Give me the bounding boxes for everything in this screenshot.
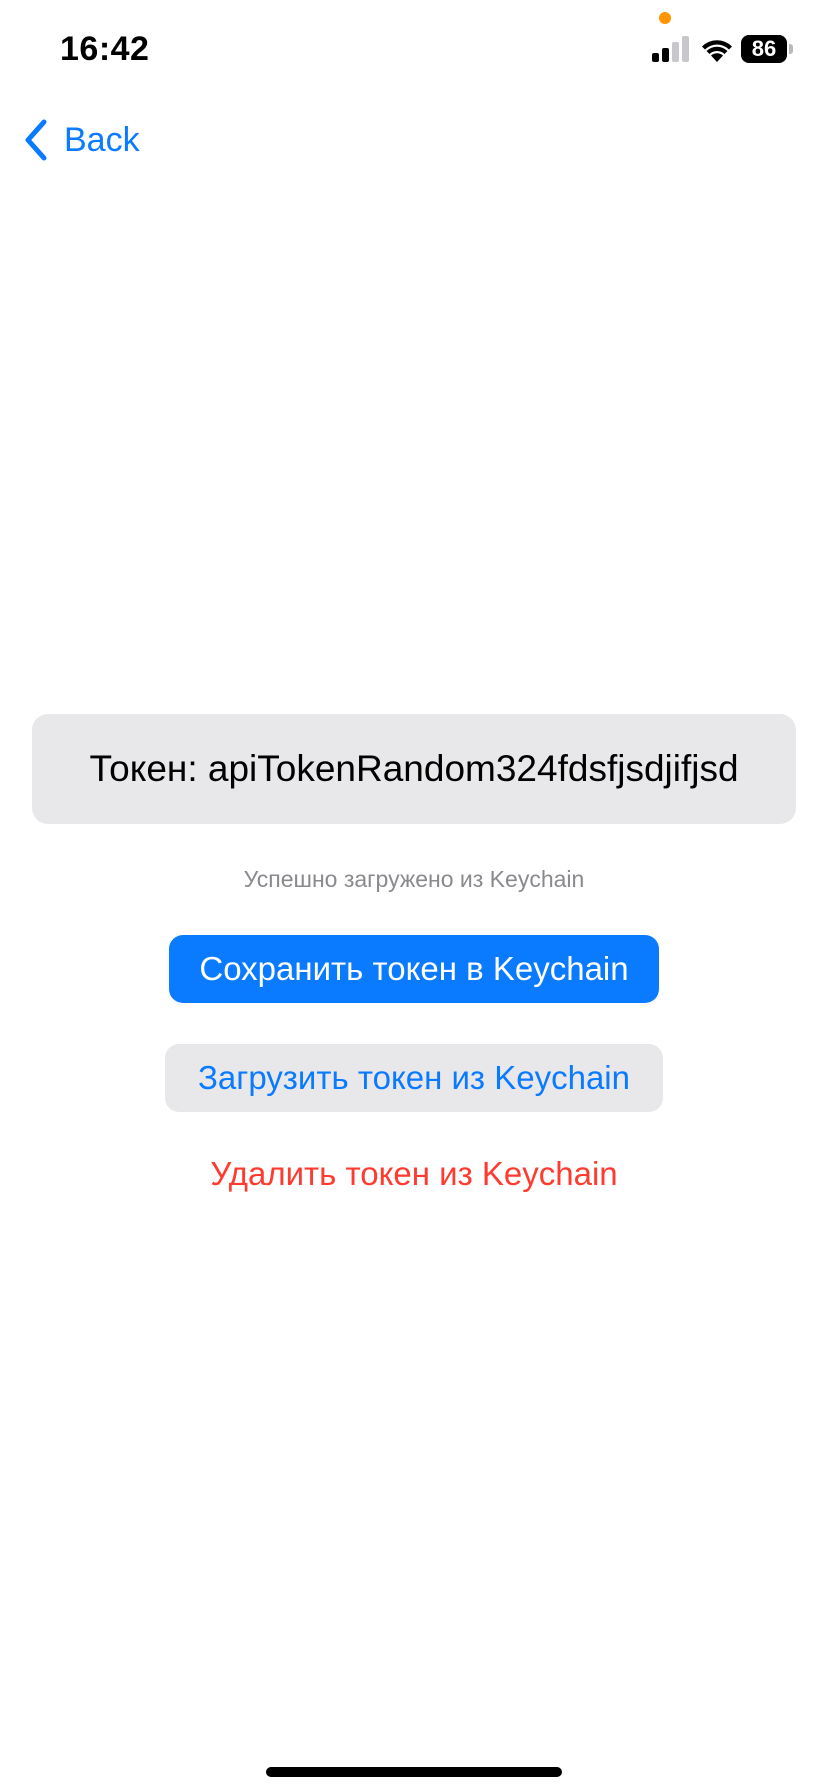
status-message: Успешно загружено из Keychain [243, 866, 585, 892]
battery-icon: 86 [741, 35, 795, 63]
load-token-button[interactable]: Загрузить токен из Keychain [165, 1044, 663, 1112]
signal-icon [652, 36, 689, 62]
save-token-button[interactable]: Сохранить токен в Keychain [169, 935, 659, 1003]
privacy-indicator-dot [659, 12, 671, 24]
wifi-icon [702, 40, 732, 62]
battery-level: 86 [741, 35, 787, 63]
chevron-left-icon [25, 119, 47, 161]
back-button[interactable]: Back [22, 116, 140, 164]
delete-token-button[interactable]: Удалить токен из Keychain [165, 1140, 663, 1208]
battery-tip [789, 44, 793, 54]
token-text: Токен: apiTokenRandom324fdsfjsdjifjsd [89, 748, 739, 789]
back-label: Back [64, 120, 140, 159]
token-display: Токен: apiTokenRandom324fdsfjsdjifjsd [32, 714, 796, 824]
status-time: 16:42 [60, 30, 150, 68]
screen: 16:42 86 Back Токен: apiTokenRandom324fd… [0, 0, 828, 1792]
home-indicator[interactable] [266, 1767, 562, 1777]
